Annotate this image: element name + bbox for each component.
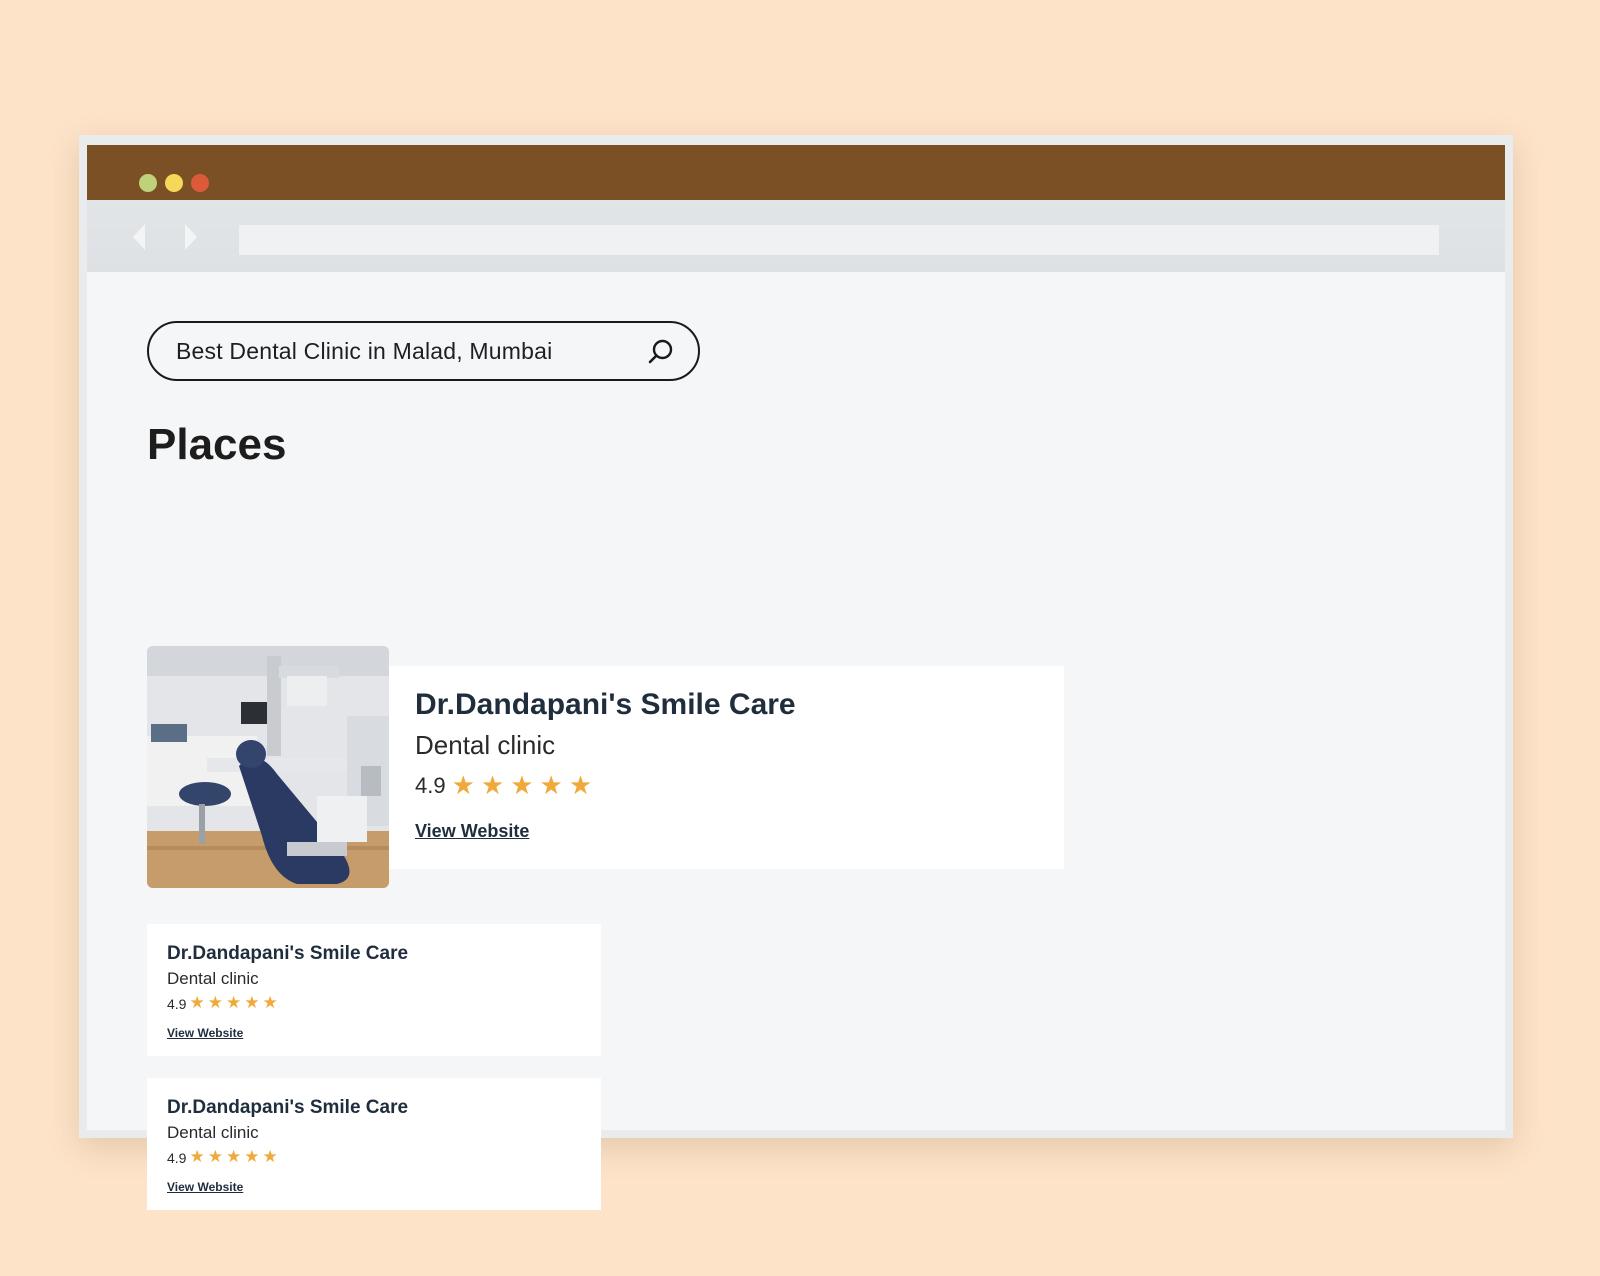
star-icon: ★ (480, 770, 505, 800)
star-icon: ★ (244, 993, 260, 1012)
close-button[interactable] (191, 174, 209, 192)
star-icon: ★ (262, 1147, 278, 1166)
place-name: Dr.Dandapani's Smile Care (167, 943, 409, 964)
star-icon: ★ (207, 1147, 223, 1166)
browser-window: Best Dental Clinic in Malad, Mumbai Plac… (79, 135, 1513, 1210)
rating-row: 4.9 ★ ★ ★ ★ ★ (415, 772, 598, 799)
page-content: Best Dental Clinic in Malad, Mumbai Plac… (87, 272, 1505, 1210)
star-icon: ★ (225, 993, 242, 1012)
rating-stars: ★ ★ ★ ★ ★ (189, 994, 280, 1013)
view-website-link[interactable]: View Website (415, 821, 529, 842)
rating-row: 4.9 ★ ★ ★ ★ ★ (167, 994, 281, 1013)
dental-clinic-photo[interactable] (147, 646, 389, 888)
rating-stars: ★ ★ ★ ★ ★ (452, 772, 599, 799)
minimize-button[interactable] (165, 174, 183, 192)
dental-clinic-image (147, 646, 389, 888)
star-icon: ★ (189, 993, 205, 1012)
place-name: Dr.Dandapani's Smile Care (415, 688, 796, 721)
star-icon: ★ (510, 770, 534, 800)
star-icon: ★ (244, 1147, 260, 1166)
star-icon: ★ (451, 770, 475, 800)
search-query-text: Best Dental Clinic in Malad, Mumbai (176, 338, 553, 364)
search-icon[interactable] (646, 337, 676, 367)
star-icon: ★ (539, 770, 563, 800)
place-card[interactable]: Dr.Dandapani's Smile Care Dental clinic … (147, 1078, 601, 1210)
view-website-link[interactable]: View Website (167, 1026, 243, 1040)
place-category: Dental clinic (167, 969, 259, 988)
rating-value: 4.9 (167, 995, 187, 1012)
place-name: Dr.Dandapani's Smile Care (167, 1097, 409, 1118)
star-icon: ★ (262, 993, 278, 1012)
rating-value: 4.9 (167, 1149, 187, 1166)
star-icon: ★ (568, 770, 593, 800)
forward-arrow-icon[interactable] (185, 224, 197, 250)
place-card[interactable]: Dr.Dandapani's Smile Care Dental clinic … (147, 924, 601, 1056)
star-icon: ★ (207, 993, 223, 1012)
place-category: Dental clinic (415, 730, 556, 760)
browser-nav-bar (87, 200, 1505, 272)
address-bar[interactable] (239, 225, 1439, 255)
rating-value: 4.9 (415, 772, 446, 798)
place-category: Dental clinic (167, 1123, 259, 1142)
featured-place-card[interactable]: Dr.Dandapani's Smile Care Dental clinic … (389, 666, 1064, 869)
search-input[interactable]: Best Dental Clinic in Malad, Mumbai (147, 321, 700, 381)
star-icon: ★ (189, 1147, 205, 1166)
rating-stars: ★ ★ ★ ★ ★ (189, 1148, 280, 1167)
section-title: Places (147, 420, 287, 469)
browser-title-bar (87, 145, 1505, 200)
view-website-link[interactable]: View Website (167, 1180, 243, 1194)
rating-row: 4.9 ★ ★ ★ ★ ★ (167, 1148, 281, 1167)
star-icon: ★ (225, 1147, 242, 1166)
back-arrow-icon[interactable] (133, 224, 145, 250)
maximize-button[interactable] (139, 174, 157, 192)
